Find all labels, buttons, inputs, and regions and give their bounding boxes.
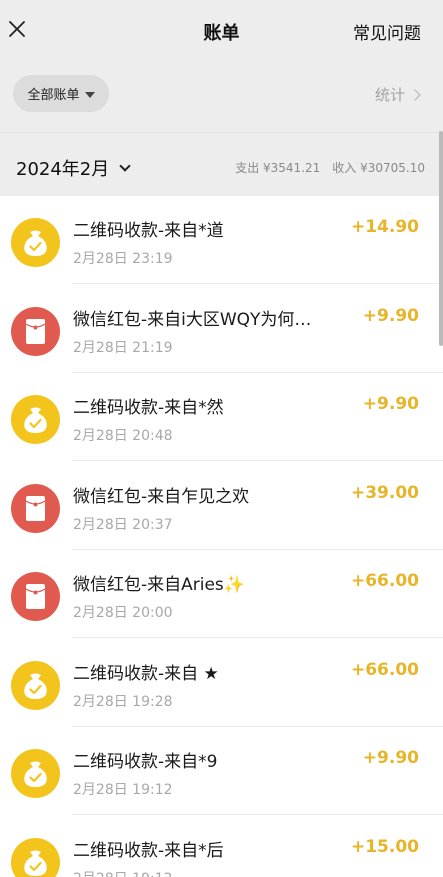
scrollbar-thumb[interactable] [439, 131, 443, 346]
money-bag-icon [11, 218, 60, 267]
transaction-amount: +9.90 [362, 306, 419, 326]
chevron-right-icon [409, 88, 421, 101]
filter-bar: 全部账单 统计 [0, 60, 443, 132]
transaction-amount: +39.00 [350, 483, 419, 503]
expense-total: 支出 ¥3541.21 [235, 161, 321, 175]
faq-link[interactable]: 常见问题 [353, 19, 421, 44]
transaction-row[interactable]: 微信红包-来自乍见之欢 2月28日 20:37 +39.00 [0, 462, 443, 550]
red-envelope-icon [11, 572, 60, 621]
money-bag-icon [11, 749, 60, 798]
bill-filter-dropdown[interactable]: 全部账单 [13, 75, 109, 112]
red-envelope-icon [11, 307, 60, 356]
transaction-row[interactable]: 微信红包-来自Aries✨ 2月28日 20:00 +66.00 [0, 550, 443, 638]
transaction-list: 二维码收款-来自*道 2月28日 23:19 +14.90 微信红包-来自i大区WQY… [0, 196, 443, 877]
transaction-title: 二维码收款-来自*道 [73, 221, 224, 241]
transaction-row[interactable]: 二维码收款-来自*9 2月28日 19:12 +9.90 [0, 727, 443, 815]
transaction-time: 2月28日 20:37 [73, 517, 173, 533]
transaction-title: 二维码收款-来自 ★ [73, 664, 219, 684]
transaction-amount: +9.90 [362, 394, 419, 414]
transaction-time: 2月28日 20:48 [73, 428, 173, 444]
money-bag-icon [11, 838, 60, 877]
transaction-amount: +66.00 [350, 660, 419, 680]
transaction-time: 2月28日 19:28 [73, 694, 173, 710]
stats-label: 统计 [374, 86, 405, 104]
transaction-time: 2月28日 19:12 [73, 782, 173, 798]
stats-link[interactable]: 统计 [374, 84, 421, 105]
transaction-amount: +9.90 [362, 748, 419, 768]
transaction-title: 二维码收款-来自*然 [73, 398, 224, 418]
money-bag-icon [11, 395, 60, 444]
transaction-row[interactable]: 二维码收款-来自*后 2月28日 19:12 +15.00 [0, 816, 443, 877]
transaction-title: 二维码收款-来自*9 [73, 752, 218, 772]
income-total: 收入 ¥30705.10 [332, 161, 425, 175]
month-header: 2024年2月 支出 ¥3541.21 收入 ¥30705.10 [0, 132, 443, 196]
transaction-amount: +66.00 [350, 571, 419, 591]
transaction-amount: +14.90 [350, 217, 419, 237]
chevron-down-icon [119, 160, 131, 172]
red-envelope-icon [11, 484, 60, 533]
month-summary: 支出 ¥3541.21 收入 ¥30705.10 [235, 159, 425, 176]
transaction-title: 微信红包-来自Aries✨ [73, 575, 245, 595]
transaction-row[interactable]: 二维码收款-来自*道 2月28日 23:19 +14.90 [0, 196, 443, 284]
row-divider [72, 460, 443, 461]
transaction-title: 微信红包-来自乍见之欢 [73, 487, 250, 507]
transaction-time: 2月28日 23:19 [73, 251, 173, 267]
row-divider [72, 637, 443, 638]
caret-down-icon [84, 91, 95, 98]
transaction-title: 二维码收款-来自*后 [73, 841, 224, 861]
top-bar: 账单 常见问题 [0, 0, 443, 60]
transaction-amount: +15.00 [350, 837, 419, 857]
bill-filter-label: 全部账单 [27, 88, 80, 103]
row-divider [72, 283, 443, 284]
money-bag-icon [11, 661, 60, 710]
transaction-title: 微信红包-来自i大区WQY为何… [73, 310, 312, 330]
month-picker[interactable]: 2024年2月 [16, 155, 131, 181]
transaction-row[interactable]: 微信红包-来自i大区WQY为何… 2月28日 21:19 +9.90 [0, 285, 443, 373]
transaction-time: 2月28日 20:00 [73, 605, 173, 621]
month-label: 2024年2月 [16, 159, 110, 180]
transaction-row[interactable]: 二维码收款-来自 ★ 2月28日 19:28 +66.00 [0, 639, 443, 727]
transaction-time: 2月28日 21:19 [73, 340, 173, 356]
row-divider [72, 814, 443, 815]
transaction-row[interactable]: 二维码收款-来自*然 2月28日 20:48 +9.90 [0, 373, 443, 461]
transaction-time: 2月28日 19:12 [73, 868, 173, 877]
